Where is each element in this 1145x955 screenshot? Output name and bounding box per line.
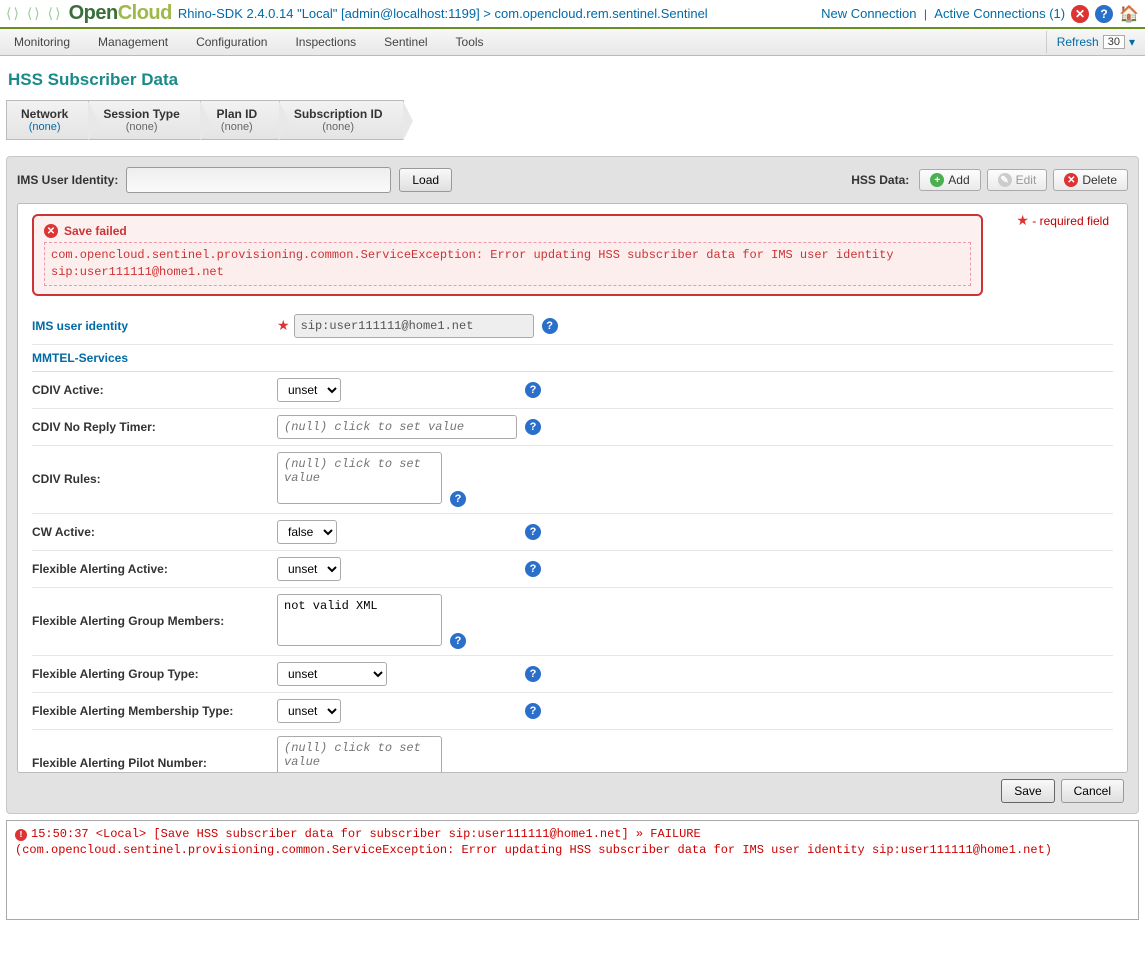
field-cdiv-rules: CDIV Rules: ? <box>32 446 1113 514</box>
section-mmtel: MMTEL-Services <box>32 345 1113 372</box>
refresh-control[interactable]: Refresh 30 ▾ <box>1046 31 1145 53</box>
field-cw-active: CW Active: false ? <box>32 514 1113 551</box>
step-subscription-id[interactable]: Subscription ID (none) <box>279 100 404 140</box>
help-icon[interactable]: ? <box>525 561 541 577</box>
ims-identity-input[interactable] <box>126 167 391 193</box>
console: !15:50:37 <Local> [Save HSS subscriber d… <box>6 820 1139 920</box>
hss-data-label: HSS Data: <box>851 173 909 187</box>
field-cdiv-no-reply: CDIV No Reply Timer: ? <box>32 409 1113 446</box>
help-icon[interactable]: ? <box>1095 5 1113 23</box>
add-button[interactable]: +Add <box>919 169 980 191</box>
step-session-type[interactable]: Session Type (none) <box>88 100 200 140</box>
titlebar-links: New Connection | Active Connections (1) <box>821 6 1065 21</box>
field-flex-alert-group-type: Flexible Alerting Group Type: unset ? <box>32 656 1113 693</box>
cdiv-active-select[interactable]: unset <box>277 378 341 402</box>
active-connections-link[interactable]: Active Connections (1) <box>934 6 1065 21</box>
save-row: Save Cancel <box>17 773 1128 803</box>
field-flex-alert-members: Flexible Alerting Group Members: not val… <box>32 588 1113 656</box>
cancel-button[interactable]: Cancel <box>1061 779 1124 803</box>
tab-monitoring[interactable]: Monitoring <box>0 29 84 55</box>
step-network[interactable]: Network (none) <box>6 100 89 140</box>
logo: OpenCloud <box>69 2 172 25</box>
step-plan-id[interactable]: Plan ID (none) <box>200 100 280 140</box>
field-flex-alert-pilot: Flexible Alerting Pilot Number: ? <box>32 730 1113 773</box>
error-title: Save failed <box>64 224 127 238</box>
main-panel: IMS User Identity: Load HSS Data: +Add ✎… <box>6 156 1139 814</box>
load-button[interactable]: Load <box>399 168 452 192</box>
help-icon[interactable]: ? <box>450 633 466 649</box>
plus-icon: + <box>930 173 944 187</box>
field-cdiv-active: CDIV Active: unset ? <box>32 372 1113 409</box>
refresh-label: Refresh <box>1057 35 1099 49</box>
flex-alert-membership-select[interactable]: unset <box>277 699 341 723</box>
new-connection-link[interactable]: New Connection <box>821 6 916 21</box>
cdiv-no-reply-input[interactable] <box>277 415 517 439</box>
breadcrumb-steps: Network (none) Session Type (none) Plan … <box>0 100 1145 140</box>
tab-tools[interactable]: Tools <box>442 29 498 55</box>
titlebar: ⟨⟩ ⟨⟩ ⟨⟩ OpenCloud Rhino-SDK 2.4.0.14 "L… <box>0 0 1145 29</box>
console-text: 15:50:37 <Local> [Save HSS subscriber da… <box>15 827 1052 857</box>
error-message: com.opencloud.sentinel.provisioning.comm… <box>44 242 971 286</box>
flex-alert-members-textarea[interactable]: not valid <span class="underline-red">XM… <box>277 594 442 646</box>
page-title: HSS Subscriber Data <box>0 56 1145 100</box>
delete-button[interactable]: ✕Delete <box>1053 169 1128 191</box>
home-icon[interactable]: 🏠 <box>1119 4 1139 24</box>
cdiv-rules-textarea[interactable] <box>277 452 442 504</box>
error-icon: ✕ <box>44 224 58 238</box>
help-icon[interactable]: ? <box>525 419 541 435</box>
help-icon[interactable]: ? <box>450 491 466 507</box>
tab-inspections[interactable]: Inspections <box>281 29 370 55</box>
help-icon[interactable]: ? <box>525 524 541 540</box>
connection-info: Rhino-SDK 2.4.0.14 "Local" [admin@localh… <box>178 6 815 21</box>
error-icon: ! <box>15 829 27 841</box>
refresh-value: 30 <box>1103 35 1125 49</box>
close-icon[interactable]: ✕ <box>1071 5 1089 23</box>
field-flex-alert-membership: Flexible Alerting Membership Type: unset… <box>32 693 1113 730</box>
dropdown-icon[interactable]: ▾ <box>1129 35 1135 49</box>
ims-identity-label: IMS User Identity: <box>17 173 118 187</box>
edit-button[interactable]: ✎Edit <box>987 169 1048 191</box>
flex-alert-group-type-select[interactable]: unset <box>277 662 387 686</box>
tab-sentinel[interactable]: Sentinel <box>370 29 441 55</box>
chain-icon: ⟨⟩ ⟨⟩ ⟨⟩ <box>6 5 63 22</box>
main-tabs: Monitoring Management Configuration Insp… <box>0 29 1145 56</box>
error-box: ✕ Save failed com.opencloud.sentinel.prov… <box>32 214 983 296</box>
ims-identity-value[interactable] <box>294 314 534 338</box>
form-panel: ★ - required field ✕ Save failed com.open… <box>17 203 1128 773</box>
ims-identity-row: IMS User Identity: Load HSS Data: +Add ✎… <box>17 167 1128 193</box>
help-icon[interactable]: ? <box>525 703 541 719</box>
required-note: ★ - required field <box>1016 212 1109 229</box>
flex-alert-active-select[interactable]: unset <box>277 557 341 581</box>
cw-active-select[interactable]: false <box>277 520 337 544</box>
save-button[interactable]: Save <box>1001 779 1054 803</box>
field-ims-identity: IMS user identity ★ ? <box>32 308 1113 345</box>
help-icon[interactable]: ? <box>542 318 558 334</box>
pencil-icon: ✎ <box>998 173 1012 187</box>
x-icon: ✕ <box>1064 173 1078 187</box>
tab-configuration[interactable]: Configuration <box>182 29 281 55</box>
help-icon[interactable]: ? <box>525 666 541 682</box>
tab-management[interactable]: Management <box>84 29 182 55</box>
required-star-icon: ★ <box>277 317 290 334</box>
flex-alert-pilot-textarea[interactable] <box>277 736 442 773</box>
field-flex-alert-active: Flexible Alerting Active: unset ? <box>32 551 1113 588</box>
help-icon[interactable]: ? <box>525 382 541 398</box>
